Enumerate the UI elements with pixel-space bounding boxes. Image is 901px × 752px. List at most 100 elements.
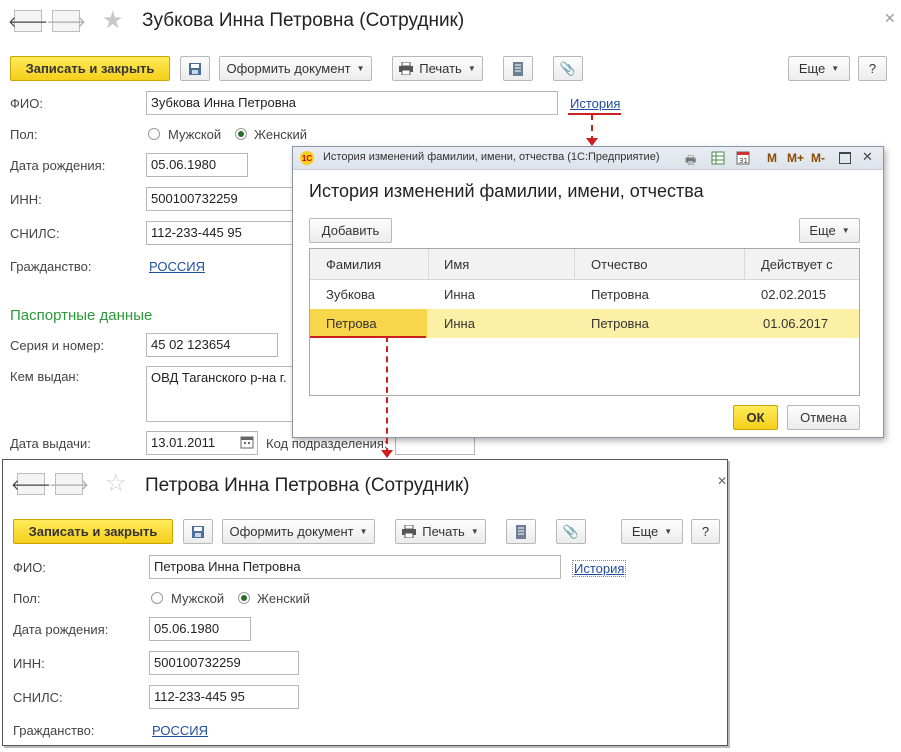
history-link[interactable]: История [570, 96, 620, 111]
arrow-left-icon: 🡐 [7, 13, 49, 31]
inn-label: ИНН: [13, 656, 45, 671]
print-button[interactable]: Печать ▼ [392, 56, 483, 81]
table-row[interactable]: Зубкова Инна Петровна 02.02.2015 [310, 280, 859, 309]
paperclip-icon: 📎 [559, 60, 577, 76]
gender-female-radio[interactable] [238, 592, 250, 604]
add-button[interactable]: Добавить [309, 218, 392, 243]
help-button[interactable]: ? [858, 56, 887, 81]
forward-button[interactable]: 🡒 [49, 473, 89, 495]
ok-button[interactable]: ОК [733, 405, 778, 430]
save-button[interactable] [180, 56, 210, 81]
save-close-button[interactable]: Записать и закрыть [13, 519, 173, 544]
close-icon[interactable]: ✕ [717, 474, 727, 488]
citizenship-label: Гражданство: [13, 723, 95, 738]
citizenship-label: Гражданство: [10, 259, 92, 274]
annotation-arrow-to-front-window [386, 336, 388, 454]
list-button[interactable] [506, 519, 536, 544]
snils-input[interactable]: 112-233-445 95 [149, 685, 299, 709]
gender-female-radio[interactable] [235, 128, 247, 140]
arrow-right-icon: 🡒 [48, 476, 90, 494]
maximize-icon[interactable] [839, 152, 851, 164]
save-button[interactable] [183, 519, 213, 544]
column-header-surname[interactable]: Фамилия [326, 257, 381, 272]
favorite-star-icon[interactable]: ★ [102, 6, 124, 35]
cancel-button[interactable]: Отмена [787, 405, 860, 430]
print-button[interactable]: Печать ▼ [395, 519, 486, 544]
close-icon[interactable]: ✕ [862, 149, 873, 165]
gender-male-radio[interactable] [148, 128, 160, 140]
arrow-left-icon: 🡐 [10, 476, 52, 494]
memory-m-plus-button[interactable]: M+ [787, 151, 804, 165]
dialog-caption: История изменений фамилии, имени, отчест… [323, 151, 660, 163]
window-title: Зубкова Инна Петровна (Сотрудник) [142, 10, 465, 31]
list-button[interactable] [503, 56, 533, 81]
fio-label: ФИО: [10, 96, 43, 111]
snils-label: СНИЛС: [10, 226, 60, 241]
column-header-patronymic[interactable]: Отчество [591, 257, 648, 272]
make-document-button[interactable]: Оформить документ ▼ [222, 519, 375, 544]
spreadsheet-icon[interactable] [711, 151, 725, 168]
citizenship-link[interactable]: РОССИЯ [149, 259, 205, 274]
document-list-icon [516, 524, 526, 539]
gender-label: Пол: [13, 591, 41, 606]
history-link[interactable]: История [572, 560, 627, 577]
print-preview-icon[interactable]: 🖶 [685, 151, 696, 172]
window-title: Петрова Инна Петровна (Сотрудник) [145, 475, 470, 496]
calendar-icon[interactable] [240, 435, 254, 452]
forward-button[interactable]: 🡒 [46, 10, 86, 32]
memory-m-button[interactable]: M [767, 151, 777, 165]
attach-button[interactable]: 📎 [556, 519, 586, 544]
history-dialog: 1С История изменений фамилии, имени, отч… [292, 146, 884, 438]
citizenship-link[interactable]: РОССИЯ [152, 723, 208, 738]
column-header-name[interactable]: Имя [444, 257, 469, 272]
save-close-button[interactable]: Записать и закрыть [10, 56, 170, 81]
history-table: Фамилия Имя Отчество Действует с Зубкова… [309, 248, 860, 396]
passport-issued-input[interactable]: ОВД Таганского р-на г. [146, 366, 296, 422]
arrow-head-icon [586, 138, 598, 146]
calendar-31-icon[interactable]: 31 [736, 151, 750, 168]
fio-input[interactable]: Петрова Инна Петровна [149, 555, 561, 579]
gender-male-radio[interactable] [151, 592, 163, 604]
arrow-right-icon: 🡒 [45, 13, 87, 31]
inn-input[interactable]: 500100732259 [146, 187, 296, 211]
paperclip-icon: 📎 [562, 523, 580, 539]
history-underline-marker [568, 113, 621, 115]
dropdown-arrow-icon: ▼ [831, 64, 840, 73]
floppy-disk-icon [189, 62, 201, 75]
printer-icon [399, 62, 414, 75]
fio-label: ФИО: [13, 560, 46, 575]
inn-label: ИНН: [10, 192, 42, 207]
favorite-star-icon[interactable]: ☆ [105, 469, 127, 498]
selected-surname-marker [310, 336, 426, 338]
column-header-valid-from[interactable]: Действует с [761, 257, 833, 272]
birth-date-input[interactable]: 05.06.1980 [149, 617, 251, 641]
dialog-caption-bar: 1С История изменений фамилии, имени, отч… [293, 147, 883, 170]
fio-input[interactable]: Зубкова Инна Петровна [146, 91, 558, 115]
inn-input[interactable]: 500100732259 [149, 651, 299, 675]
back-button[interactable]: 🡐 [11, 473, 51, 495]
close-icon[interactable]: ✕ [884, 10, 896, 27]
birth-date-label: Дата рождения: [13, 622, 109, 637]
svg-text:31: 31 [739, 157, 748, 165]
help-button[interactable]: ? [691, 519, 720, 544]
gender-female-label: Женский [254, 127, 307, 142]
dialog-more-button[interactable]: Еще ▼ [799, 218, 860, 243]
dropdown-arrow-icon: ▼ [841, 226, 850, 235]
birth-date-input[interactable]: 05.06.1980 [146, 153, 248, 177]
attach-button[interactable]: 📎 [553, 56, 583, 81]
1c-logo-icon: 1С [300, 151, 314, 165]
gender-male-label: Мужской [168, 127, 222, 142]
gender-male-label: Мужской [171, 591, 225, 606]
passport-series-input[interactable]: 45 02 123654 [146, 333, 278, 357]
passport-section-title: Паспортные данные [10, 307, 153, 324]
make-document-button[interactable]: Оформить документ ▼ [219, 56, 372, 81]
snils-input[interactable]: 112-233-445 95 [146, 221, 296, 245]
back-button[interactable]: 🡐 [8, 10, 48, 32]
more-button[interactable]: Еще ▼ [788, 56, 850, 81]
memory-m-minus-button[interactable]: M- [811, 151, 825, 165]
more-button[interactable]: Еще ▼ [621, 519, 683, 544]
passport-issued-label: Кем выдан: [10, 369, 80, 384]
birth-date-label: Дата рождения: [10, 158, 106, 173]
gender-label: Пол: [10, 127, 38, 142]
table-row-selected[interactable]: Петрова Инна Петровна 01.06.2017 [310, 309, 859, 338]
